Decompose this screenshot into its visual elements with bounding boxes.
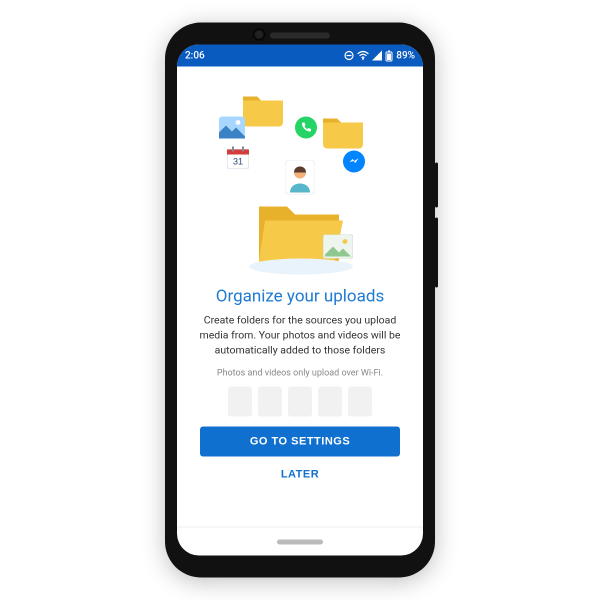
placeholder-box [318, 386, 342, 416]
onboarding-note: Photos and videos only upload over Wi-Fi… [217, 368, 383, 378]
battery-icon [385, 50, 393, 61]
device-side-button [435, 163, 438, 208]
status-battery-pct: 89% [396, 50, 415, 61]
screen: 2:06 89% [177, 45, 423, 556]
navigation-bar [177, 527, 423, 556]
device-side-button [435, 218, 438, 288]
messenger-icon [343, 151, 365, 173]
picture-icon [323, 235, 353, 259]
onboarding-body: Create folders for the sources you uploa… [195, 313, 405, 359]
svg-text:31: 31 [233, 157, 243, 167]
folder-icon [241, 93, 285, 127]
onboarding-headline: Organize your uploads [216, 287, 384, 307]
folder-icon [321, 115, 365, 149]
illustration: 31 [205, 89, 395, 279]
placeholder-box [258, 386, 282, 416]
placeholder-row [228, 386, 372, 416]
device-frame: 2:06 89% [165, 23, 435, 578]
status-icons: 89% [344, 50, 415, 61]
do-not-disturb-icon [344, 51, 354, 61]
picture-icon [219, 117, 245, 139]
placeholder-box [288, 386, 312, 416]
calendar-icon: 31 [227, 147, 249, 169]
onboarding-content: 31 [177, 67, 423, 527]
go-to-settings-button[interactable]: GO TO SETTINGS [200, 426, 400, 456]
avatar-icon [285, 161, 315, 195]
status-time: 2:06 [185, 50, 205, 61]
wifi-icon [357, 51, 369, 61]
signal-icon [372, 51, 382, 61]
later-button[interactable]: LATER [269, 462, 331, 486]
whatsapp-icon [295, 117, 317, 139]
placeholder-box [228, 386, 252, 416]
home-gesture-pill[interactable] [277, 539, 323, 544]
placeholder-box [348, 386, 372, 416]
app-screenshot: 2:06 89% [0, 0, 600, 600]
shadow-ellipse [249, 259, 353, 275]
status-bar: 2:06 89% [177, 45, 423, 67]
